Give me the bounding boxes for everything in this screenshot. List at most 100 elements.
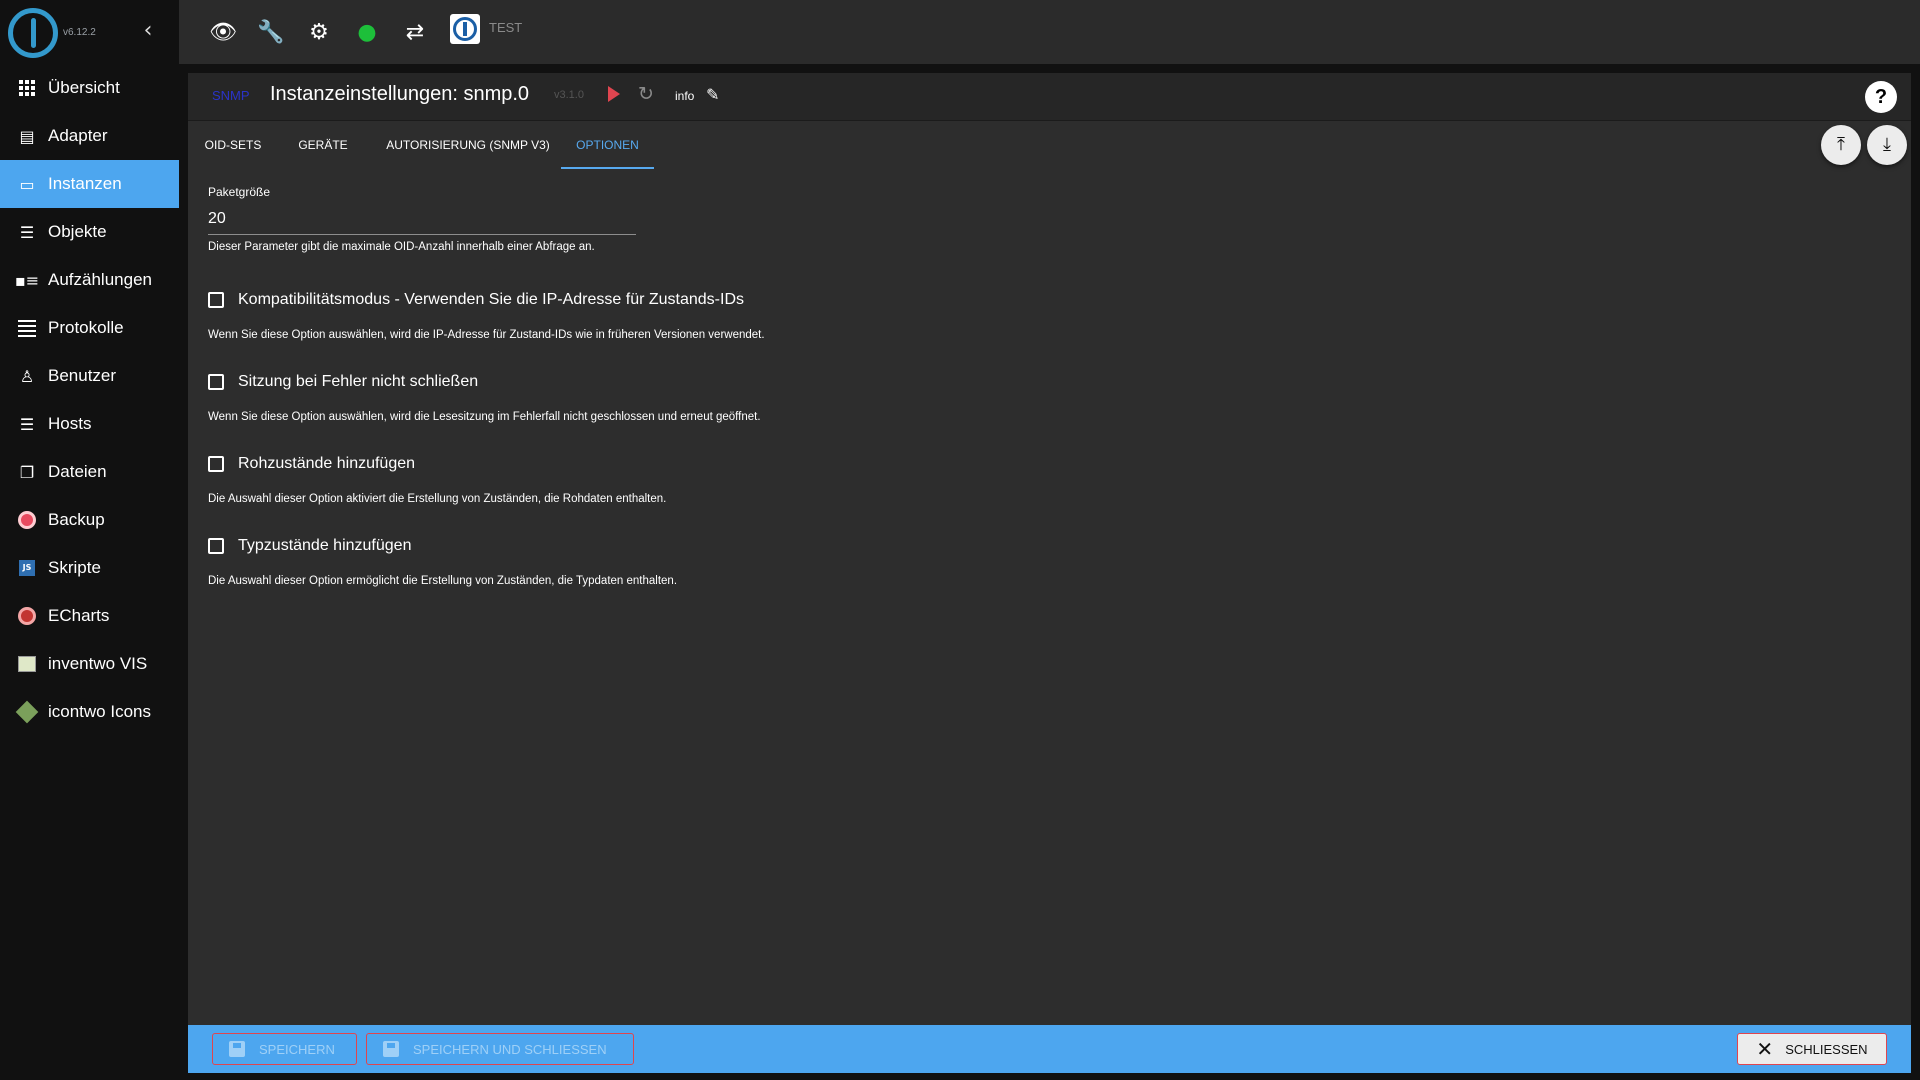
sidebar-item-benutzer[interactable]: ♙ Benutzer xyxy=(0,352,179,400)
iobroker-logo-icon[interactable] xyxy=(8,8,58,58)
raw-states-option[interactable]: Rohzustände hinzufügen xyxy=(208,455,1208,473)
instance-settings-panel: SNMP Instanzeinstellungen: snmp.0 v3.1.0… xyxy=(188,73,1911,1073)
sidebar-item-label: inventwo VIS xyxy=(48,654,148,673)
sidebar-item-label: Übersicht xyxy=(48,78,120,97)
gear-icon[interactable]: ⚙ xyxy=(305,18,333,46)
packet-size-help: Dieser Parameter gibt die maximale OID-A… xyxy=(208,241,595,253)
grid-icon xyxy=(17,78,37,98)
files-icon: ❐ xyxy=(19,462,35,482)
download-config-icon[interactable]: ⤓ xyxy=(1867,125,1907,165)
sidebar-item-skripte[interactable]: JS Skripte xyxy=(0,544,179,592)
raw-states-help: Die Auswahl dieser Option aktiviert die … xyxy=(208,493,667,505)
tab-oid-sets[interactable]: OID-SETS xyxy=(188,121,278,169)
upload-config-icon[interactable]: ⤒ xyxy=(1821,125,1861,165)
compat-mode-checkbox[interactable] xyxy=(208,292,224,308)
enum-icon: ▪≡ xyxy=(14,270,40,290)
log-level-label: info xyxy=(675,89,695,103)
sidebar-header: v6.12.2 ‹ xyxy=(0,0,179,64)
compat-mode-option[interactable]: Kompatibilitätsmodus - Verwenden Sie die… xyxy=(208,291,1208,309)
play-icon[interactable] xyxy=(608,86,620,102)
backup-icon xyxy=(17,510,37,530)
echarts-icon xyxy=(17,606,37,626)
store-icon: ▤ xyxy=(19,126,35,146)
type-states-option[interactable]: Typzustände hinzufügen xyxy=(208,537,1208,555)
compat-mode-label: Kompatibilitätsmodus - Verwenden Sie die… xyxy=(238,291,745,308)
no-close-session-option[interactable]: Sitzung bei Fehler nicht schließen xyxy=(208,373,1208,391)
raw-states-label: Rohzustände hinzufügen xyxy=(238,455,416,472)
save-button-label: SPEICHERN xyxy=(259,1041,335,1057)
top-toolbar: 👁 🔧 ⚙ ● ⇄ TEST xyxy=(179,0,1920,64)
instances-icon: ▭ xyxy=(19,174,35,194)
save-and-close-label: SPEICHERN UND SCHLIESSEN xyxy=(413,1041,607,1057)
sidebar-item-label: ECharts xyxy=(48,606,110,625)
host-name-label: TEST xyxy=(489,20,523,35)
adapter-name: SNMP xyxy=(212,88,250,103)
sidebar-item-label: Hosts xyxy=(48,414,92,433)
options-form: Paketgröße Dieser Parameter gibt die max… xyxy=(208,185,1208,587)
tab-bar: OID-SETS GERÄTE AUTORISIERUNG (SNMP V3) … xyxy=(188,121,1911,169)
sidebar-item-instanzen[interactable]: ▭ Instanzen xyxy=(0,160,179,208)
tab-optionen[interactable]: OPTIONEN xyxy=(561,121,654,169)
tab-autorisierung[interactable]: AUTORISIERUNG (SNMP V3) xyxy=(368,121,568,169)
no-close-session-checkbox[interactable] xyxy=(208,374,224,390)
wrench-icon[interactable]: 🔧 xyxy=(257,18,285,46)
type-states-checkbox[interactable] xyxy=(208,538,224,554)
sidebar-item-backup[interactable]: Backup xyxy=(0,496,179,544)
save-and-close-button[interactable]: SPEICHERN UND SCHLIESSEN xyxy=(366,1033,634,1065)
sidebar-item-label: Instanzen xyxy=(48,174,122,193)
sidebar-item-echarts[interactable]: ECharts xyxy=(0,592,179,640)
close-icon: ✕ xyxy=(1756,1037,1774,1061)
sidebar-item-adapter[interactable]: ▤ Adapter xyxy=(0,112,179,160)
sidebar-item-inventwo-vis[interactable]: inventwo VIS xyxy=(0,640,179,688)
sidebar-item-label: Benutzer xyxy=(48,366,117,385)
list-icon: ☰ xyxy=(19,222,35,242)
packet-size-label: Paketgröße xyxy=(208,185,271,199)
type-states-help: Die Auswahl dieser Option ermöglicht die… xyxy=(208,575,678,587)
sidebar-item-label: Skripte xyxy=(48,558,101,577)
sidebar-item-label: Aufzählungen xyxy=(48,270,152,289)
sidebar-item-label: icontwo Icons xyxy=(48,702,151,721)
sidebar-item-uebersicht[interactable]: Übersicht xyxy=(0,64,179,112)
packet-size-input[interactable] xyxy=(208,207,636,235)
sidebar-item-label: Objekte xyxy=(48,222,107,241)
sidebar-item-aufzaehlungen[interactable]: ▪≡ Aufzählungen xyxy=(0,256,179,304)
js-icon: JS xyxy=(17,558,37,578)
sidebar-item-icontwo-icons[interactable]: icontwo Icons xyxy=(0,688,179,736)
sidebar-item-label: Backup xyxy=(48,510,105,529)
user-icon: ♙ xyxy=(19,366,35,386)
raw-states-checkbox[interactable] xyxy=(208,456,224,472)
version-label: v6.12.2 xyxy=(63,27,96,38)
no-close-session-help: Wenn Sie diese Option auswählen, wird di… xyxy=(208,411,761,423)
collapse-sidebar-chevron-left-icon[interactable]: ‹ xyxy=(138,20,158,44)
tab-geraete[interactable]: GERÄTE xyxy=(278,121,368,169)
reload-icon[interactable]: ↻ xyxy=(638,83,654,105)
close-button[interactable]: ✕ SCHLIESSEN xyxy=(1737,1033,1887,1065)
sidebar-item-label: Adapter xyxy=(48,126,108,145)
floppy-disk-icon xyxy=(229,1041,245,1057)
sidebar-item-hosts[interactable]: ☰ Hosts xyxy=(0,400,179,448)
host-logo-icon[interactable] xyxy=(450,14,480,44)
save-button[interactable]: SPEICHERN xyxy=(212,1033,357,1065)
expert-mode-head-icon[interactable]: ● xyxy=(353,18,381,46)
hosts-icon: ☰ xyxy=(19,414,35,434)
vis-icon xyxy=(17,654,37,674)
adapter-version: v3.1.0 xyxy=(554,89,584,101)
edit-pencil-icon[interactable]: ✎ xyxy=(706,85,719,104)
icons-icon xyxy=(15,700,39,724)
floppy-disk-icon xyxy=(383,1041,399,1057)
eye-icon[interactable]: 👁 xyxy=(209,18,237,46)
panel-header: SNMP Instanzeinstellungen: snmp.0 v3.1.0… xyxy=(188,73,1911,121)
compat-mode-help: Wenn Sie diese Option auswählen, wird di… xyxy=(208,329,765,341)
no-close-session-label: Sitzung bei Fehler nicht schließen xyxy=(238,373,479,390)
help-icon[interactable]: ? xyxy=(1865,81,1897,113)
sidebar-item-protokolle[interactable]: Protokolle xyxy=(0,304,179,352)
sidebar-item-objekte[interactable]: ☰ Objekte xyxy=(0,208,179,256)
type-states-label: Typzustände hinzufügen xyxy=(238,537,412,554)
page-title: Instanzeinstellungen: snmp.0 xyxy=(270,83,530,105)
sidebar-item-dateien[interactable]: ❐ Dateien xyxy=(0,448,179,496)
close-button-label: SCHLIESSEN xyxy=(1785,1041,1868,1057)
sync-icon[interactable]: ⇄ xyxy=(401,18,429,46)
action-bar: SPEICHERN SPEICHERN UND SCHLIESSEN ✕ SCH… xyxy=(188,1025,1911,1073)
sidebar-item-label: Dateien xyxy=(48,462,107,481)
sidebar-item-label: Protokolle xyxy=(48,318,124,337)
